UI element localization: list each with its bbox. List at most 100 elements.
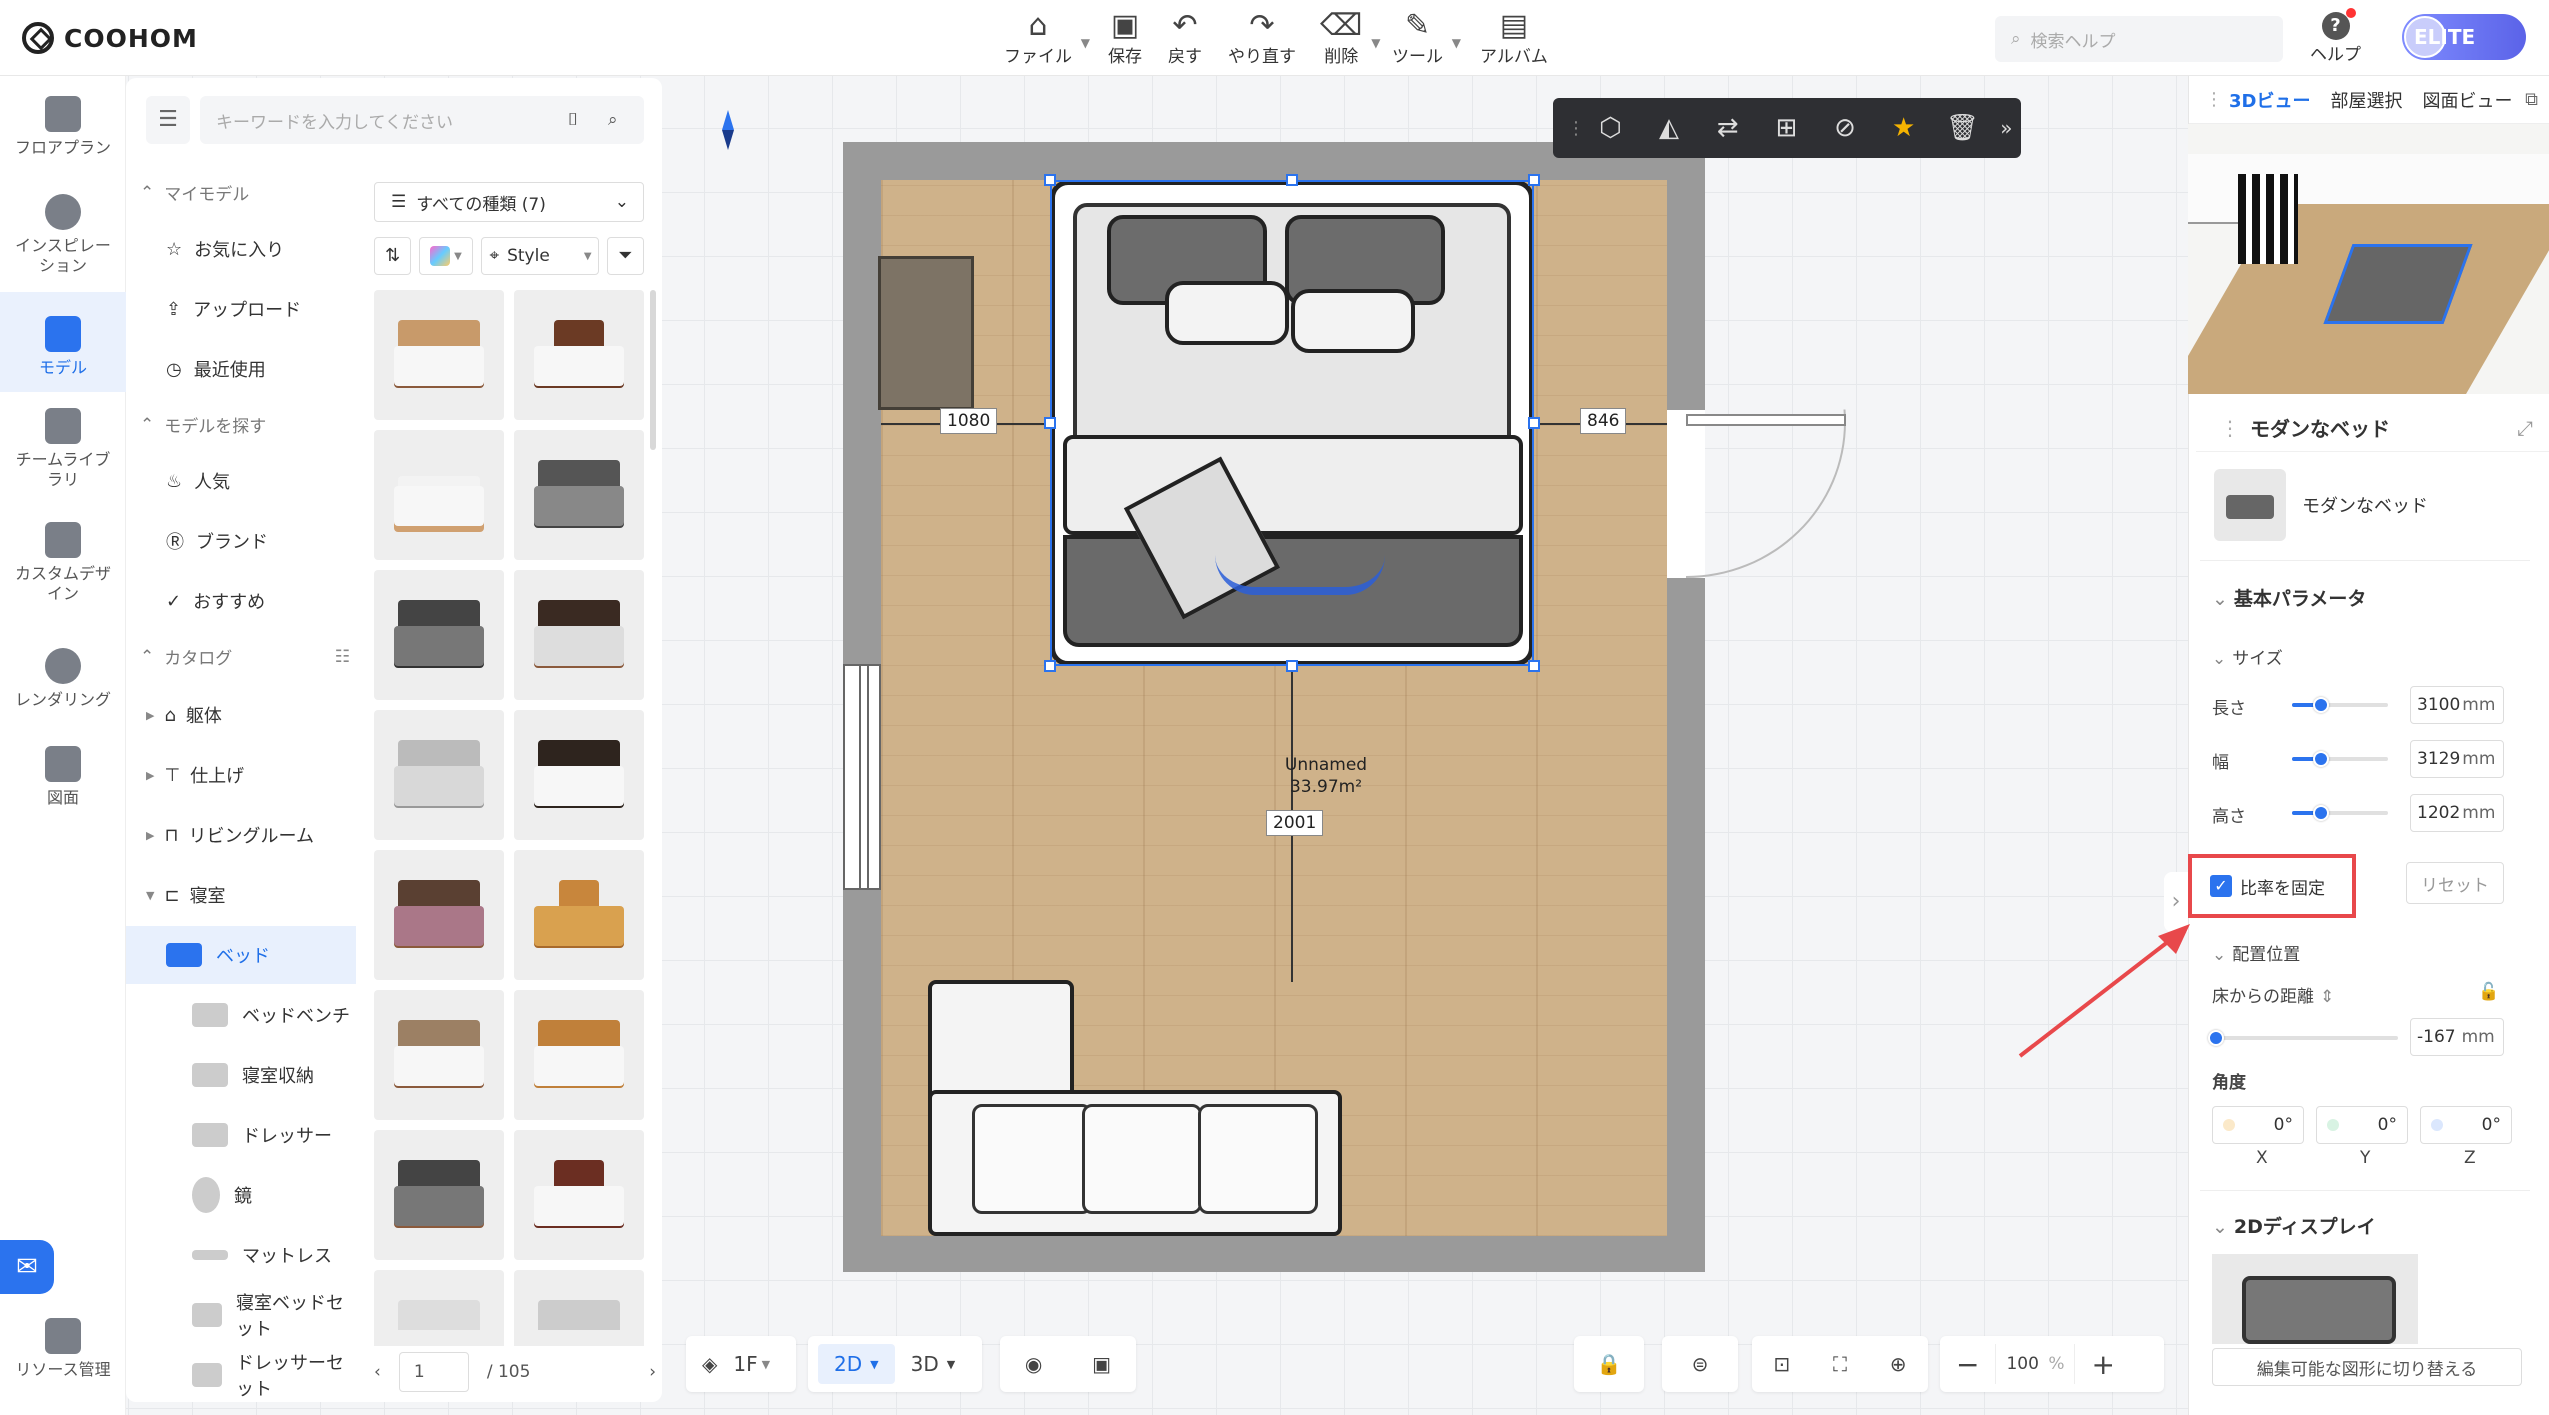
category-living-room[interactable]: ▶ ⊓ リビングルーム	[146, 822, 314, 848]
model-thumbnail[interactable]	[514, 990, 644, 1120]
resize-handle[interactable]	[1044, 417, 1056, 429]
width-slider[interactable]	[2292, 751, 2388, 767]
resize-handle[interactable]	[1528, 660, 1540, 672]
nav-inspiration[interactable]: インスピレーション	[8, 188, 118, 296]
catalog-scrollbar[interactable]	[650, 290, 656, 450]
box-icon[interactable]: ▣	[1092, 1352, 1111, 1376]
window[interactable]	[843, 664, 881, 890]
drag-handle-icon[interactable]: ⋮	[2220, 416, 2240, 440]
collapse-menu-icon[interactable]: ☰	[146, 96, 190, 144]
tab-3d-view[interactable]: 3Dビュー	[2229, 87, 2310, 113]
zoom-area-icon[interactable]: ⊕	[1890, 1352, 1907, 1376]
subcategory-bed-bench[interactable]: ベッドベンチ	[162, 986, 356, 1044]
drag-handle-icon[interactable]: ⋮	[1567, 118, 1585, 139]
tree-item-popular[interactable]: ♨ 人気	[166, 468, 230, 494]
wardrobe[interactable]	[878, 256, 974, 410]
tree-item-recommended[interactable]: ✓ おすすめ	[166, 588, 265, 614]
angle-y-input[interactable]: 0°	[2316, 1106, 2408, 1144]
door[interactable]	[1686, 414, 1846, 426]
category-structure[interactable]: ▶ ⌂ 躯体	[146, 702, 222, 728]
tools-menu[interactable]: ✎ ツール ▼	[1392, 10, 1461, 68]
tree-item-brand[interactable]: Ⓡ ブランド	[166, 528, 268, 554]
angle-x-input[interactable]: 0°	[2212, 1106, 2304, 1144]
model-thumbnail[interactable]	[514, 290, 644, 420]
section-size[interactable]: ⌄ サイズ	[2212, 644, 2283, 669]
trash-icon[interactable]: 🗑	[1933, 98, 1992, 158]
length-slider[interactable]	[2292, 697, 2388, 713]
expand-icon[interactable]: ⤢	[2517, 416, 2533, 440]
nav-model[interactable]: モデル	[0, 292, 126, 392]
page-input[interactable]: 1	[398, 1352, 469, 1392]
sort-icon[interactable]: ⇅	[374, 237, 412, 275]
view-3d-button[interactable]: 3D ▼	[895, 1352, 972, 1376]
model-thumbnail[interactable]	[514, 1270, 644, 1346]
redo-button[interactable]: ↷ やり直す	[1228, 10, 1296, 68]
prev-page-icon[interactable]: ‹	[374, 1362, 381, 1382]
search-icon[interactable]: ⌕	[608, 110, 644, 130]
tree-item-recent[interactable]: ◷ 最近使用	[166, 356, 266, 382]
room-label[interactable]: Unnamed 33.97m²	[1242, 754, 1410, 798]
model-thumbnail[interactable]	[514, 430, 644, 560]
next-page-icon[interactable]: ›	[649, 1362, 656, 1382]
nav-rendering[interactable]: レンダリング	[0, 642, 126, 722]
unlock-icon[interactable]: 🔓	[2478, 982, 2499, 1002]
expand-icon[interactable]: »	[1992, 98, 2021, 158]
catalog-search-input[interactable]: キーワードを入力してください ⌷ ⌕	[200, 96, 644, 144]
reset-button[interactable]: リセット	[2406, 862, 2504, 904]
help-button[interactable]: ? ヘルプ	[2310, 8, 2361, 65]
duplicate-icon[interactable]: ⊞	[1757, 98, 1816, 158]
model-thumbnail[interactable]	[374, 1270, 504, 1346]
section-basic-params[interactable]: ⌄ 基本パラメータ	[2212, 584, 2366, 611]
model-thumbnail[interactable]	[374, 990, 504, 1120]
undo-button[interactable]: ↶ 戻す	[1168, 10, 1202, 68]
toggle-button[interactable]: ⊜	[1662, 1336, 1738, 1392]
section-my-models[interactable]: ⌃ マイモデル	[140, 180, 249, 206]
model-thumbnail[interactable]	[374, 850, 504, 980]
height-input[interactable]: 1202 mm	[2410, 794, 2504, 832]
tab-drawing-view[interactable]: 図面ビュー	[2422, 87, 2512, 113]
subcategory-mirror[interactable]: 鏡	[162, 1166, 356, 1224]
drag-handle-icon[interactable]: ⋮	[2205, 89, 2223, 110]
popout-icon[interactable]: ⧉	[2525, 89, 2538, 110]
model-thumbnail[interactable]	[374, 1130, 504, 1260]
subcategory-dresser[interactable]: ドレッサー	[162, 1106, 356, 1164]
hide-icon[interactable]: ⊘	[1816, 98, 1875, 158]
tree-item-favorites[interactable]: ☆ お気に入り	[166, 236, 284, 262]
nav-drawings[interactable]: 図面	[0, 740, 126, 820]
resize-handle[interactable]	[1286, 660, 1298, 672]
file-menu[interactable]: ⌂ ファイル ▼	[1004, 10, 1090, 68]
replace-icon[interactable]: ⇄	[1698, 98, 1757, 158]
lock-button[interactable]: 🔒	[1574, 1336, 1644, 1392]
subcategory-bed[interactable]: ベッド	[126, 926, 356, 984]
lock-ratio-checkbox[interactable]: ✓ 比率を固定	[2188, 854, 2356, 918]
nav-custom-design[interactable]: カスタムデザイン	[8, 516, 118, 616]
section-catalog[interactable]: ⌃ カタログ ☷	[140, 644, 350, 670]
category-bedroom[interactable]: ▼ ⊏ 寝室	[146, 882, 226, 908]
dimension-bottom-label[interactable]: 2001	[1266, 810, 1324, 836]
group-icon[interactable]: ⬡	[1581, 98, 1640, 158]
style-filter[interactable]: ⌖ Style ▼	[480, 237, 599, 275]
subcategory-mattress[interactable]: マットレス	[162, 1226, 356, 1284]
floor-distance-input[interactable]: -167 mm	[2410, 1018, 2504, 1056]
nav-floorplan[interactable]: フロアプラン	[0, 90, 126, 176]
view-2d-button[interactable]: 2D ▼	[818, 1344, 895, 1384]
help-search-input[interactable]: ⌕ 検索ヘルプ	[1995, 16, 2283, 62]
model-thumbnail[interactable]	[514, 1130, 644, 1260]
app-logo[interactable]: COOHOM	[22, 18, 198, 58]
type-filter-select[interactable]: ☰ すべての種類 (7) ⌄	[374, 182, 644, 222]
tree-item-upload[interactable]: ⇪ アップロード	[166, 296, 301, 322]
section-find-models[interactable]: ⌃ モデルを探す	[140, 412, 266, 438]
fit-view-icon[interactable]: ⛶	[1833, 1352, 1847, 1376]
subcategory-bedroom-storage[interactable]: 寝室収納	[162, 1046, 356, 1104]
model-thumbnail[interactable]	[374, 710, 504, 840]
dimension-right-label[interactable]: 846	[1580, 408, 1627, 434]
angle-z-input[interactable]: 0°	[2420, 1106, 2512, 1144]
switch-editable-shape-button[interactable]: 編集可能な図形に切り替える	[2212, 1348, 2522, 1386]
color-filter[interactable]: ▼	[419, 237, 473, 275]
height-slider[interactable]	[2292, 805, 2388, 821]
resize-handle[interactable]	[1528, 417, 1540, 429]
zoom-out-icon[interactable]: −	[1940, 1348, 1995, 1381]
delete-button[interactable]: ⌫ 削除 ▼	[1320, 10, 1380, 68]
zoom-input[interactable]: 100 %	[1995, 1344, 2076, 1384]
object-thumbnail[interactable]	[2214, 469, 2286, 541]
